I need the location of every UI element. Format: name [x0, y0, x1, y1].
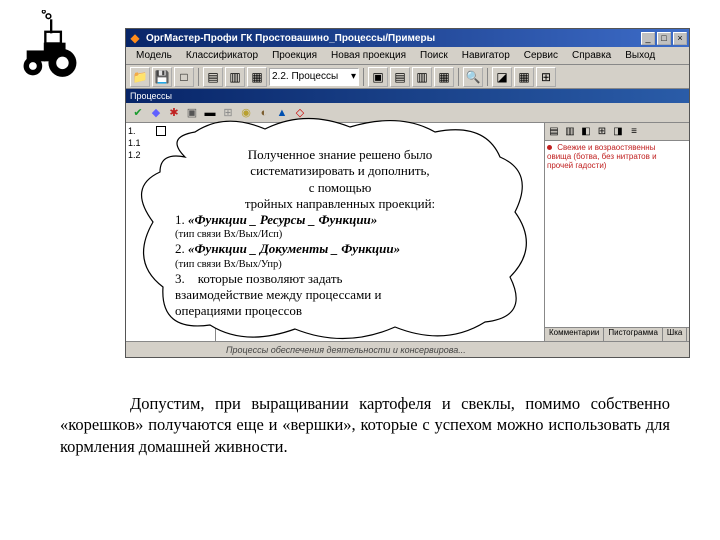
tractor-logo	[10, 10, 90, 80]
menu-service[interactable]: Сервис	[518, 49, 564, 62]
dot-icon	[547, 145, 552, 150]
tab-scale[interactable]: Шка	[663, 328, 687, 341]
close-button[interactable]: ×	[673, 32, 687, 45]
bubble-p1: 1. «Функции _ Ресурсы _ Функции»	[175, 212, 505, 228]
status-right: Процессы обеспечения деятельности и конс…	[220, 345, 685, 355]
combo-value: 2.2. Процессы	[272, 71, 338, 82]
menu-search[interactable]: Поиск	[414, 49, 454, 62]
tab-comments[interactable]: Комментарии	[545, 328, 604, 341]
bubble-p3-3: операциями процессов	[175, 303, 505, 319]
chart-icon[interactable]: ◪	[492, 67, 512, 87]
bubble-p2-sub: (тип связи Вх/Вых/Упр)	[175, 258, 505, 271]
caption-text: Допустим, при выращивании картофеля и св…	[60, 393, 670, 457]
folder-icon[interactable]: 📁	[130, 67, 150, 87]
rtool6-icon[interactable]: ≡	[627, 125, 641, 139]
chevron-down-icon: ▾	[351, 71, 356, 82]
right-body: Свежие и возра­остявенны овища (ботва, б…	[545, 141, 689, 327]
action2-icon[interactable]: ▤	[390, 67, 410, 87]
tab-pictogram[interactable]: Пистограмма	[604, 328, 663, 341]
main-toolbar: 📁 💾 □ ▤ ▥ ▦ 2.2. Процессы ▾ ▣ ▤ ▥ ▦ 🔍 ◪ …	[126, 65, 689, 89]
minimize-button[interactable]: _	[641, 32, 655, 45]
bubble-line1: Полученное знание решено было	[175, 147, 505, 163]
menu-classifier[interactable]: Классификатор	[180, 49, 264, 62]
bubble-line2: систематизировать и дополнить,	[175, 163, 505, 179]
right-tabs: Комментарии Пистограмма Шка	[545, 327, 689, 341]
doc2-icon[interactable]: ▥	[225, 67, 245, 87]
sub-title: Процессы	[130, 91, 172, 101]
action1-icon[interactable]: ▣	[368, 67, 388, 87]
rtool5-icon[interactable]: ◨	[611, 125, 625, 139]
bubble-p2: 2. «Функции _ Документы _ Функции»	[175, 241, 505, 257]
action3-icon[interactable]: ▥	[412, 67, 432, 87]
right-entry[interactable]: Свежие и возра­остявенны овища (ботва, б…	[547, 143, 687, 170]
bubble-p3-2: взаимодействие между процессами и	[175, 287, 505, 303]
right-panel: ▤ ▥ ◧ ⊞ ◨ ≡ Свежие и возра­остявенны ови…	[544, 123, 689, 341]
bubble-p3: 3. которые позволяют задать	[175, 271, 505, 287]
maximize-button[interactable]: □	[657, 32, 671, 45]
bubble-p1-sub: (тип связи Вх/Вых/Исп)	[175, 228, 505, 241]
doc1-icon[interactable]: ▤	[203, 67, 223, 87]
thought-bubble: Полученное знание решено было систематиз…	[135, 117, 530, 342]
doc3-icon[interactable]: ▦	[247, 67, 267, 87]
tree-icon[interactable]: ⊞	[536, 67, 556, 87]
rtool2-icon[interactable]: ▥	[563, 125, 577, 139]
titlebar: ◆ ОргМастер-Профи ГК Простовашино_Процес…	[126, 29, 689, 47]
save-icon[interactable]: 💾	[152, 67, 172, 87]
window-title: ОргМастер-Профи ГК Простовашино_Процессы…	[146, 33, 641, 44]
menu-model[interactable]: Модель	[130, 49, 178, 62]
grid-icon[interactable]: ▦	[514, 67, 534, 87]
right-toolbar: ▤ ▥ ◧ ⊞ ◨ ≡	[545, 123, 689, 141]
sub-titlebar: Процессы	[126, 89, 689, 103]
app-icon: ◆	[128, 31, 142, 45]
rtool3-icon[interactable]: ◧	[579, 125, 593, 139]
action4-icon[interactable]: ▦	[434, 67, 454, 87]
menu-exit[interactable]: Выход	[619, 49, 661, 62]
rtool1-icon[interactable]: ▤	[547, 125, 561, 139]
bubble-line3: с помощью	[175, 180, 505, 196]
menu-navigator[interactable]: Навигатор	[456, 49, 516, 62]
menu-new-projection[interactable]: Новая проекция	[325, 49, 412, 62]
process-combo[interactable]: 2.2. Процессы ▾	[269, 68, 359, 86]
menu-help[interactable]: Справка	[566, 49, 617, 62]
bubble-line4: тройных направленных проекций:	[175, 196, 505, 212]
new-icon[interactable]: □	[174, 67, 194, 87]
menu-projection[interactable]: Проекция	[266, 49, 323, 62]
menubar: Модель Классификатор Проекция Новая прое…	[126, 47, 689, 65]
rtool4-icon[interactable]: ⊞	[595, 125, 609, 139]
statusbar: Процессы обеспечения деятельности и конс…	[126, 341, 689, 357]
binoculars-icon[interactable]: 🔍	[463, 67, 483, 87]
